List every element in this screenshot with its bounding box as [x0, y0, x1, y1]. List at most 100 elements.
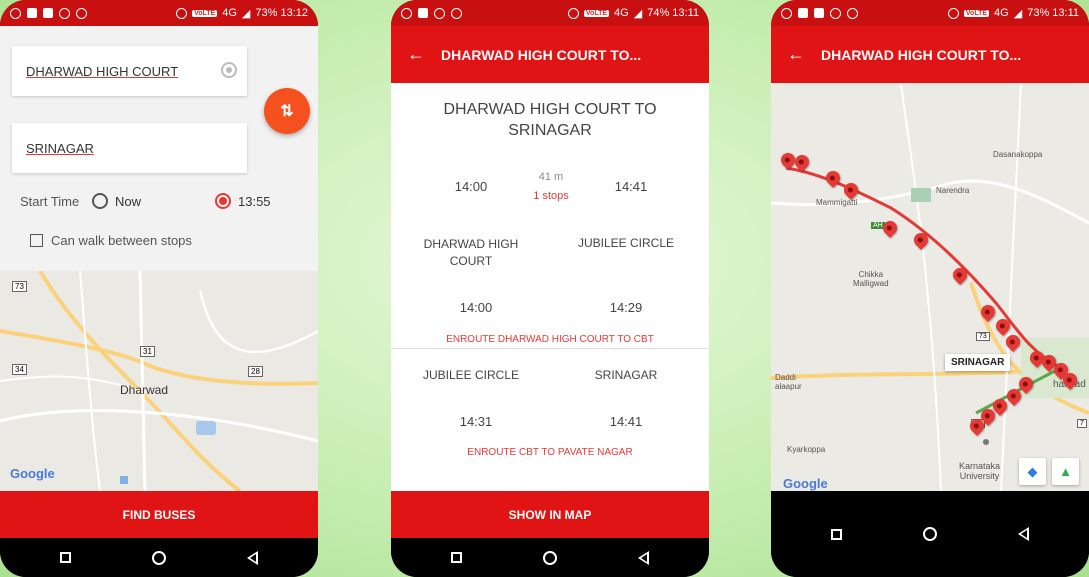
- from-field[interactable]: DHARWAD HIGH COURT: [12, 46, 247, 96]
- whatsapp-icon: [10, 7, 21, 19]
- back-icon[interactable]: [246, 550, 258, 565]
- signal-icon: ◢: [1013, 7, 1023, 20]
- leg-divider: [391, 348, 709, 349]
- show-in-map-button[interactable]: SHOW IN MAP: [391, 491, 709, 538]
- status-bar: VoLTE 4G ◢ 73% 13:12: [0, 0, 318, 26]
- swap-button[interactable]: ⇅: [264, 88, 310, 134]
- leg1-route: ENROUTE DHARWAD HIGH COURT TO CBT: [446, 334, 654, 345]
- eye-icon: [176, 7, 188, 19]
- network-label: 4G: [994, 7, 1009, 19]
- road-sign-73: 73: [976, 332, 990, 341]
- leg2-from: JUBILEE CIRCLE: [422, 368, 520, 382]
- walk-checkbox[interactable]: [30, 234, 43, 247]
- place-daddi-line2: alaapur: [775, 382, 802, 391]
- place-dasanakoppa: Dasanakoppa: [993, 150, 1043, 159]
- place-chikka-line1: Chikka: [858, 270, 884, 279]
- google-logo: Google: [783, 476, 828, 491]
- screen: ← DHARWAD HIGH COURT TO... Dasanakoppa N…: [771, 26, 1089, 491]
- route-map[interactable]: Dasanakoppa Narendra Mammigatti AH Chikk…: [771, 83, 1089, 491]
- place-chikka-line2: Malligwad: [853, 279, 889, 288]
- place-karnataka-line2: University: [959, 471, 1000, 481]
- start-time-label: Start Time: [20, 193, 80, 209]
- road-sign-34: 34: [12, 364, 27, 375]
- network-label: 4G: [614, 7, 629, 19]
- volte-badge: VoLTE: [192, 9, 218, 17]
- place-daddi-line1: Daddi: [775, 373, 796, 382]
- back-arrow-icon[interactable]: ←: [391, 44, 441, 65]
- my-location-icon[interactable]: [221, 62, 237, 78]
- place-karnataka-line1: Karnataka: [959, 461, 1001, 471]
- home-icon[interactable]: [151, 550, 166, 565]
- walk-row[interactable]: Can walk between stops: [30, 233, 192, 248]
- status-time: 74% 13:11: [647, 7, 699, 19]
- android-nav-bar: [391, 538, 709, 577]
- image-icon: [814, 8, 824, 18]
- eye-icon: [567, 7, 579, 19]
- leg1-from-line2: COURT: [449, 254, 493, 268]
- phone-find-buses: VoLTE 4G ◢ 73% 13:12 DHARWAD HIGH COURT …: [0, 0, 318, 577]
- hotspot-icon: [434, 7, 445, 19]
- now-radio[interactable]: [92, 193, 108, 209]
- leg1-depart: 14:00: [459, 300, 493, 315]
- status-bar: VoLTE 4G ◢ 74% 13:11: [391, 0, 709, 26]
- app-bar: ← DHARWAD HIGH COURT TO...: [771, 26, 1089, 83]
- hotspot-icon-2: [76, 7, 87, 19]
- from-value: DHARWAD HIGH COURT: [26, 63, 179, 79]
- leg2-to: SRINAGAR: [594, 368, 658, 382]
- directions-icon[interactable]: ◆: [1019, 458, 1046, 485]
- leg1-arrive: 14:29: [609, 300, 643, 315]
- leg2-route: ENROUTE CBT TO PAVATE NAGAR: [467, 447, 633, 458]
- summary-arrive: 14:41: [614, 179, 648, 194]
- srinagar-callout-label: SRINAGAR: [951, 357, 1005, 368]
- srinagar-callout: SRINAGAR: [945, 354, 1011, 371]
- network-label: 4G: [222, 7, 237, 19]
- start-time-row: Start Time Now 13:55: [20, 190, 305, 212]
- walk-label: Can walk between stops: [51, 233, 192, 248]
- time-label[interactable]: 13:55: [238, 194, 271, 209]
- recents-icon[interactable]: [831, 528, 843, 540]
- calendar-icon: [798, 8, 808, 18]
- summary-duration: 41 m: [538, 171, 564, 183]
- back-icon[interactable]: [1017, 527, 1029, 541]
- road-sign-28: 28: [248, 366, 263, 377]
- back-icon[interactable]: [637, 550, 649, 565]
- map-city-label: Dharwad: [120, 383, 169, 397]
- time-radio[interactable]: [215, 193, 231, 209]
- status-time: 73% 13:11: [1027, 7, 1079, 19]
- calendar-icon: [418, 8, 428, 18]
- hotspot-icon-2: [451, 7, 462, 19]
- volte-badge: VoLTE: [583, 9, 610, 17]
- status-time: 73% 13:12: [255, 7, 308, 19]
- leg1-from-line1: DHARWAD HIGH: [423, 237, 519, 251]
- map-view[interactable]: 73 31 34 28 Dharwad Google: [0, 271, 318, 491]
- recents-icon[interactable]: [60, 552, 72, 563]
- back-arrow-icon[interactable]: ←: [771, 44, 821, 65]
- home-icon[interactable]: [922, 527, 937, 541]
- leg2-arrive: 14:41: [609, 414, 643, 429]
- google-maps-icon[interactable]: ▲: [1052, 458, 1079, 485]
- whatsapp-icon: [781, 7, 792, 19]
- hotspot-icon: [59, 7, 70, 19]
- android-nav-bar: [0, 538, 318, 577]
- road-sign-73: 73: [12, 281, 27, 292]
- signal-icon: ◢: [241, 7, 251, 20]
- leg2-depart: 14:31: [459, 414, 493, 429]
- hotspot-icon-2: [847, 7, 858, 19]
- route-map-canvas: [771, 83, 1089, 491]
- route-header-line2: SRINAGAR: [508, 122, 592, 139]
- place-karnataka-university: Karnataka University: [959, 461, 1000, 481]
- find-buses-button[interactable]: FIND BUSES: [0, 491, 318, 538]
- place-daddi: Daddi alaapur: [775, 373, 802, 391]
- app-bar-title: DHARWAD HIGH COURT TO...: [441, 46, 642, 63]
- route-header-line1: DHARWAD HIGH COURT TO: [443, 101, 657, 118]
- to-field[interactable]: SRINAGAR: [12, 123, 247, 173]
- android-nav-bar: [771, 491, 1089, 577]
- screen: ← DHARWAD HIGH COURT TO... DHARWAD HIGH …: [391, 26, 709, 491]
- image-icon: [43, 8, 53, 18]
- place-kyarkoppa: Kyarkoppa: [787, 445, 826, 454]
- home-icon[interactable]: [542, 550, 557, 565]
- screen: DHARWAD HIGH COURT SRINAGAR ⇅ Start Time…: [0, 26, 318, 491]
- recents-icon[interactable]: [451, 552, 463, 563]
- to-value: SRINAGAR: [26, 140, 94, 156]
- now-label[interactable]: Now: [115, 194, 215, 209]
